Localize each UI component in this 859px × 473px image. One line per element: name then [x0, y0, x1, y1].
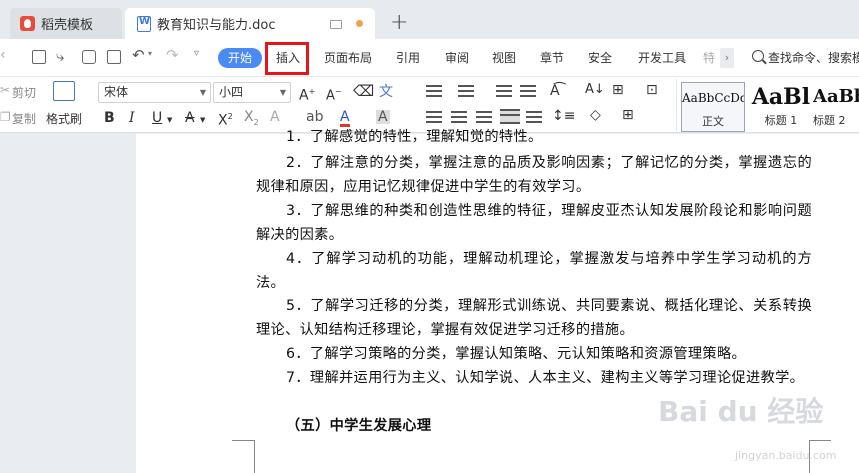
tab-label: 稻壳模板 — [41, 18, 94, 33]
pinyin-guide-icon[interactable]: 文 — [379, 85, 393, 99]
highlight-pen-icon[interactable]: ab — [306, 110, 323, 124]
decrease-indent-icon[interactable] — [496, 85, 512, 97]
tab-view[interactable]: 视图 — [492, 49, 516, 66]
font-size-select[interactable]: 小四 ▼ — [213, 82, 291, 103]
table-border-icon[interactable]: ⊡ — [646, 83, 658, 97]
new-tab-plus-icon[interactable]: + — [390, 10, 408, 35]
print-icon[interactable] — [82, 50, 96, 64]
style-sample: AaBl — [751, 84, 811, 110]
border-icon[interactable]: ⊞ — [622, 108, 634, 122]
page-margin-marker — [809, 440, 831, 441]
undo-icon[interactable]: ↶ — [132, 46, 145, 64]
decrease-font-icon[interactable]: A− — [326, 85, 342, 103]
tab-label: 教育知识与能力.doc — [157, 18, 276, 33]
unsaved-dot-icon — [356, 20, 363, 27]
tab-more-partial[interactable]: 特 — [703, 49, 715, 66]
dropdown-arrow-icon[interactable]: ▼ — [200, 113, 205, 127]
doc-paragraph: 5．了解学习迁移的分类，理解形式训练说、共同要素说、概括化理论、关系转换理论、认… — [256, 298, 812, 338]
shading-fill-icon[interactable]: ◇ — [590, 108, 601, 122]
style-sample: AaBbCcDd — [682, 91, 744, 105]
text-direction-icon[interactable]: A͡ — [550, 84, 560, 98]
numbered-list-icon[interactable] — [458, 85, 474, 97]
monitor-icon[interactable] — [330, 20, 342, 29]
style-sample: AaBb — [813, 86, 859, 107]
cut-button[interactable]: 剪切 — [12, 84, 36, 101]
wps-writer-window: 稻壳模板 教育知识与能力.doc + ‹ ⤷ ↶ ▾ ↷ ▿ 开始 插入 页面布… — [0, 0, 859, 473]
char-shading-icon[interactable]: A — [376, 110, 390, 124]
search-icon — [752, 50, 764, 62]
print-preview-icon[interactable] — [107, 50, 121, 64]
font-name-value: 宋体 — [104, 85, 129, 99]
doc-paragraph: 3．了解思维的种类和创造性思维的特征，理解皮亚杰认知发展阶段论和影响问题解决的因… — [256, 203, 812, 243]
bold-icon[interactable]: B — [104, 111, 115, 125]
tab-security[interactable]: 安全 — [588, 49, 612, 66]
align-left-icon[interactable] — [426, 111, 442, 123]
dropdown-arrow-icon: ▼ — [279, 88, 286, 97]
bullet-list-icon[interactable] — [426, 85, 442, 97]
font-size-value: 小四 — [219, 85, 244, 99]
strikethrough-icon[interactable]: A — [185, 111, 195, 125]
show-marks-icon[interactable]: ⊞ — [612, 83, 624, 97]
dropdown-arrow-icon[interactable]: ▼ — [167, 113, 172, 127]
format-painter-icon — [53, 81, 75, 101]
page-margin-marker — [254, 440, 255, 473]
dropdown-arrow-icon: ▼ — [199, 88, 206, 97]
tab-review[interactable]: 审阅 — [445, 49, 469, 66]
ribbon-menu: ‹ ⤷ ↶ ▾ ↷ ▿ 开始 插入 页面布局 引用 审阅 视图 章节 安全 开发… — [0, 39, 859, 77]
tab-developer-tools[interactable]: 开发工具 — [638, 49, 686, 66]
more-tabs-arrow-icon[interactable]: › — [720, 48, 734, 68]
tab-chapter[interactable]: 章节 — [540, 49, 564, 66]
save-icon[interactable] — [32, 50, 46, 64]
tab-page-layout[interactable]: 页面布局 — [324, 49, 372, 66]
baidu-jingyan-watermark: Bai du 经验 — [658, 395, 824, 428]
line-spacing-icon[interactable]: ↕≡ — [552, 109, 575, 123]
tab-bar: 稻壳模板 教育知识与能力.doc + — [0, 0, 859, 39]
increase-font-icon[interactable]: A+ — [299, 85, 315, 103]
export-icon[interactable]: ⤷ — [56, 47, 64, 65]
italic-icon[interactable]: I — [129, 111, 135, 125]
tab-docer-templates[interactable]: 稻壳模板 — [10, 8, 122, 39]
doc-paragraph: 4．了解学习动机的功能，理解动机理论，掌握激发与培养中学生学习动机的方法。 — [256, 251, 812, 291]
customize-dropdown-icon[interactable]: ▿ — [194, 48, 199, 59]
chevron-icon[interactable]: ‹ — [0, 47, 6, 63]
watermark-url: jingyan.baidu.com — [735, 449, 837, 462]
doc-paragraph: 7．理解并运用行为主义、认知学说、人本主义、建构主义等学习理论促进教学。 — [286, 370, 805, 386]
distributed-align-icon[interactable] — [526, 111, 542, 123]
style-gallery: AaBbCcDd 正文 AaBl 标题 1 AaBb 标题 2 — [676, 79, 859, 132]
redo-icon[interactable]: ↷ — [166, 46, 179, 64]
increase-indent-icon[interactable] — [520, 85, 536, 97]
highlight-insert-box — [265, 42, 309, 75]
underline-icon[interactable]: U — [152, 111, 162, 125]
align-justify-icon[interactable] — [500, 109, 520, 124]
superscript-icon[interactable]: X2 — [218, 110, 233, 128]
doc-paragraph: 2．了解注意的分类，掌握注意的品质及影响因素；了解记忆的分类，掌握遗忘的规律和原… — [256, 155, 812, 195]
format-painter-button[interactable]: 格式刷 — [46, 110, 82, 127]
copy-icon: ❐ — [0, 110, 11, 124]
tab-reference[interactable]: 引用 — [396, 49, 420, 66]
command-search-input[interactable]: 查找命令、搜索模板 — [768, 49, 859, 66]
undo-dropdown-icon[interactable]: ▾ — [148, 49, 152, 58]
word-doc-icon — [137, 15, 151, 32]
doc-paragraph: 6．了解学习策略的分类，掌握认知策略、元认知策略和资源管理策略。 — [286, 346, 747, 362]
page-margin-marker — [232, 440, 254, 441]
doc-paragraph-partial: 1．了解感觉的特性，理解知觉的特性。 — [286, 129, 543, 145]
text-effect-icon[interactable]: A — [270, 110, 280, 124]
align-center-icon[interactable] — [451, 111, 467, 123]
font-name-select[interactable]: 宋体 ▼ — [98, 82, 211, 103]
wps-logo-icon — [20, 16, 35, 31]
sort-icon[interactable]: A↓ — [585, 83, 605, 97]
style-name: 标题 2 — [813, 114, 846, 127]
clear-format-icon[interactable]: ⌫ — [353, 84, 374, 99]
scissors-icon: ✂ — [0, 83, 11, 97]
align-right-icon[interactable] — [476, 111, 492, 123]
tab-start[interactable]: 开始 — [218, 48, 262, 68]
style-heading-2[interactable]: AaBb 标题 2 — [813, 82, 859, 132]
copy-button[interactable]: 复制 — [12, 110, 36, 127]
